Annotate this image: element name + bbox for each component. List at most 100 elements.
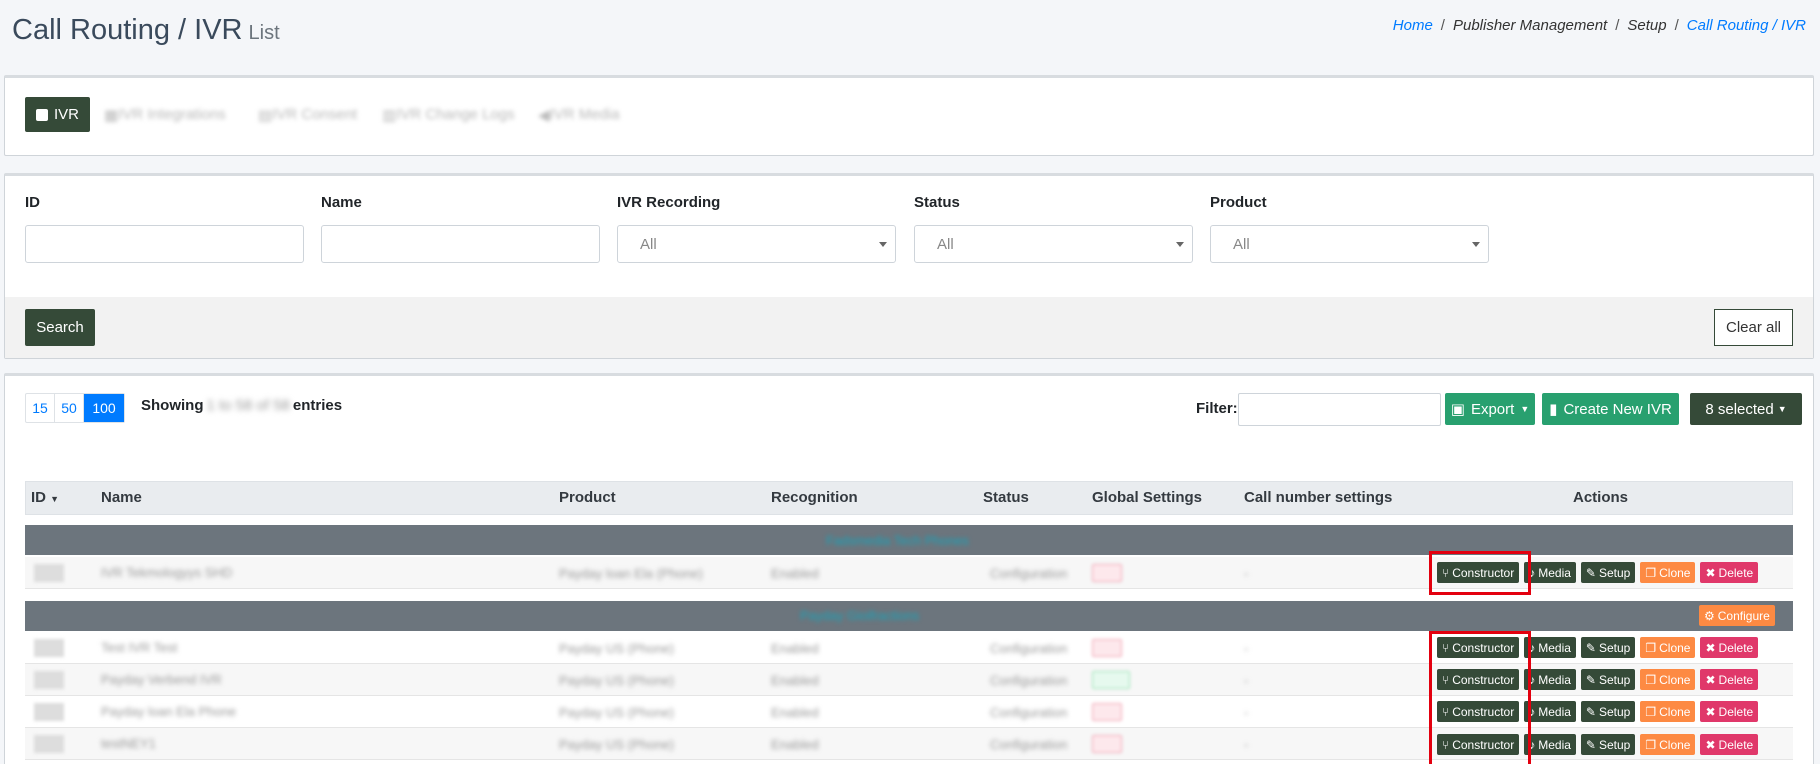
name-filter-label: Name: [321, 194, 362, 211]
delete-button[interactable]: ✖ Delete: [1700, 637, 1759, 658]
edit-icon: ✎: [1585, 737, 1596, 752]
delete-button[interactable]: ✖ Delete: [1700, 734, 1759, 755]
delete-button[interactable]: ✖ Delete: [1700, 701, 1759, 722]
column-actions: Actions: [1573, 489, 1629, 506]
setup-button[interactable]: ✎ Setup: [1580, 701, 1636, 722]
id-filter-input[interactable]: [25, 225, 304, 263]
edit-icon: ✎: [1585, 672, 1596, 687]
product-filter-select[interactable]: All: [1210, 225, 1489, 263]
row-id: [34, 703, 64, 721]
global-settings-badge: [1092, 671, 1130, 689]
caret-down-icon: [1472, 242, 1480, 247]
delete-button[interactable]: ✖ Delete: [1700, 669, 1759, 690]
search-button[interactable]: Search: [25, 309, 95, 346]
recording-filter-select[interactable]: All: [617, 225, 896, 263]
caret-down-icon: [879, 242, 887, 247]
column-id[interactable]: ID ▼: [31, 489, 59, 506]
page-size-50[interactable]: 50: [55, 394, 84, 422]
page-title: Call Routing / IVR List: [12, 14, 280, 46]
setup-button[interactable]: ✎ Setup: [1580, 734, 1636, 755]
clone-button[interactable]: ❐ Clone: [1640, 637, 1696, 658]
sort-desc-icon: ▼: [50, 494, 60, 504]
setup-button[interactable]: ✎ Setup: [1580, 637, 1636, 658]
row-status: Configuration: [990, 737, 1068, 752]
column-global-settings[interactable]: Global Settings: [1092, 489, 1202, 506]
breadcrumb-home[interactable]: Home: [1393, 17, 1433, 34]
tab-ivr-change-logs[interactable]: ▥ IVR Change Logs: [382, 97, 515, 132]
row-name[interactable]: testNEY1: [101, 736, 156, 751]
row-name[interactable]: IVR Tekmologyys SHD: [101, 565, 232, 580]
clone-button[interactable]: ❐ Clone: [1640, 701, 1696, 722]
tab-ivr-consent[interactable]: ▤ IVR Consent: [258, 97, 357, 132]
row-call-number: -: [1244, 641, 1249, 656]
caret-down-icon: ▼: [1520, 404, 1530, 414]
row-call-number: -: [1244, 673, 1249, 688]
edit-icon: ✎: [1585, 640, 1596, 655]
breadcrumb-setup: Setup: [1627, 17, 1667, 34]
media-button[interactable]: ♪ Media: [1524, 562, 1576, 583]
clone-button[interactable]: ❐ Clone: [1640, 669, 1696, 690]
tab-icon: ◀: [538, 106, 550, 124]
status-filter-label: Status: [914, 194, 960, 211]
tab-ivr-media[interactable]: ◀ IVR Media: [538, 97, 620, 132]
clear-all-button[interactable]: Clear all: [1714, 309, 1793, 346]
media-button[interactable]: ♪ Media: [1524, 669, 1576, 690]
highlight-box: [1429, 551, 1531, 595]
breadcrumb-publisher-management: Publisher Management: [1452, 17, 1608, 34]
create-new-ivr-button[interactable]: ▮ Create New IVR: [1542, 393, 1679, 425]
row-recognition: Enabled: [771, 641, 819, 656]
media-button[interactable]: ♪ Media: [1524, 701, 1576, 722]
edit-icon: ✎: [1585, 565, 1596, 580]
setup-button[interactable]: ✎ Setup: [1580, 562, 1636, 583]
trash-icon: ✖: [1705, 737, 1716, 752]
column-status[interactable]: Status: [983, 489, 1029, 506]
tab-ivr[interactable]: IVR: [25, 97, 91, 132]
table-filter-input[interactable]: [1238, 393, 1441, 426]
row-product: Payday US (Phone): [559, 737, 674, 752]
breadcrumb-current[interactable]: Call Routing / IVR: [1687, 17, 1806, 34]
export-button[interactable]: ▣ Export ▼: [1445, 393, 1535, 425]
trash-icon: ✖: [1705, 565, 1716, 580]
configure-button[interactable]: ⚙ Configure: [1699, 605, 1775, 626]
row-product: Payday US (Phone): [559, 641, 674, 656]
copy-icon: ❐: [1645, 640, 1657, 655]
row-recognition: Enabled: [771, 566, 819, 581]
status-filter-select[interactable]: All: [914, 225, 1193, 263]
row-name[interactable]: Payday loan Ela Phone: [101, 704, 236, 719]
row-product: Payday US (Phone): [559, 673, 674, 688]
media-button[interactable]: ♪ Media: [1524, 734, 1576, 755]
phone-square-icon: [36, 108, 48, 121]
setup-button[interactable]: ✎ Setup: [1580, 669, 1636, 690]
recording-filter-label: IVR Recording: [617, 194, 721, 211]
row-call-number: -: [1244, 705, 1249, 720]
row-status: Configuration: [990, 566, 1068, 581]
column-name[interactable]: Name: [101, 489, 142, 506]
filter-label: Filter:: [1196, 400, 1238, 417]
clone-button[interactable]: ❐ Clone: [1640, 734, 1696, 755]
row-product: Payday loan Ela (Phone): [559, 566, 703, 581]
row-name[interactable]: Payday Verbend IVR: [101, 672, 222, 687]
row-id: [34, 671, 64, 689]
name-filter-input[interactable]: [321, 225, 600, 263]
media-button[interactable]: ♪ Media: [1524, 637, 1576, 658]
selected-columns-button[interactable]: 8 selected ▼: [1690, 393, 1802, 425]
clone-button[interactable]: ❐ Clone: [1640, 562, 1696, 583]
group-title[interactable]: Fadsmedia Tech Phones: [826, 533, 969, 548]
column-call-number-settings[interactable]: Call number settings: [1244, 489, 1392, 506]
global-settings-badge: [1092, 564, 1122, 582]
cogs-icon: ⚙: [1704, 608, 1715, 623]
filters-footer: [5, 297, 1813, 358]
tab-icon: ▦: [104, 106, 119, 124]
delete-button[interactable]: ✖ Delete: [1700, 562, 1759, 583]
column-recognition[interactable]: Recognition: [771, 489, 858, 506]
column-product[interactable]: Product: [559, 489, 616, 506]
group-title[interactable]: Payday Gioifractions: [800, 608, 919, 623]
tab-ivr-integrations[interactable]: ▦ IVR Integrations: [104, 97, 226, 132]
global-settings-badge: [1092, 735, 1122, 753]
row-recognition: Enabled: [771, 673, 819, 688]
row-name[interactable]: Test IVR Test: [101, 640, 177, 655]
page-size-100[interactable]: 100: [84, 394, 124, 422]
copy-icon: ❐: [1645, 672, 1657, 687]
page-size-15[interactable]: 15: [26, 394, 55, 422]
tab-icon: ▤: [258, 106, 273, 124]
